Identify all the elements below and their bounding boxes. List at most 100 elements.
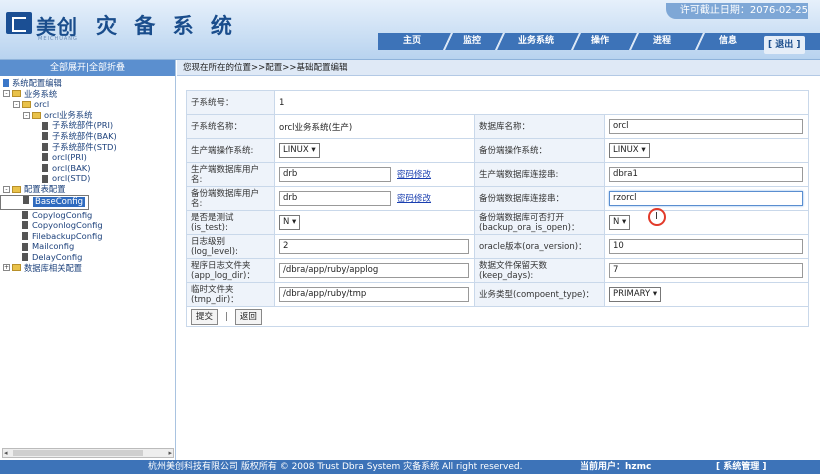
document-icon — [42, 164, 48, 173]
config-tree: 系统配置编辑 - 业务系统 - orcl - orcl业务系统 子系统部件(PRI) 子系统部件… — [0, 76, 175, 273]
tree-node-label: BaseConfig — [33, 196, 85, 207]
nav-process[interactable]: 进程 — [644, 33, 680, 50]
prod-db-user-input[interactable]: drb — [279, 167, 391, 182]
tree-node[interactable]: CopyonlogConfig — [0, 220, 175, 231]
app-log-dir-input[interactable]: /dbra/app/ruby/applog — [279, 263, 469, 278]
scroll-left-icon[interactable]: ◂ — [4, 449, 8, 457]
prod-os-select[interactable]: LINUX ▾ — [279, 143, 320, 158]
tree-node-label: DelayConfig — [32, 251, 83, 262]
collapse-icon[interactable]: - — [3, 90, 10, 98]
system-admin-link[interactable]: [ 系统管理 ] — [716, 460, 767, 474]
document-icon — [22, 232, 28, 241]
tree-node-label: orcl业务系统 — [44, 109, 93, 120]
bak-password-change-link[interactable]: 密码修改 — [397, 194, 431, 204]
copyright-text: 杭州美创科技有限公司 版权所有 © 2008 Trust Dbra System… — [148, 462, 523, 472]
compoent-type-select[interactable]: PRIMARY ▾ — [608, 287, 662, 302]
nav-business-system[interactable]: 业务系统 — [506, 33, 566, 50]
form-actions-row: 提交 | 返回 — [186, 306, 809, 327]
tree-node[interactable]: 系统配置编辑 — [0, 78, 175, 89]
collapse-icon[interactable]: - — [3, 185, 10, 193]
form-row: 生产端数据库用户名: drb 密码修改 生产端数据库连接串: dbra1 — [186, 162, 810, 187]
tree-node-label: FilebackupConfig — [32, 230, 103, 241]
keep-days-input[interactable]: 7 — [608, 263, 803, 278]
subsystem-no-label: 子系统号： — [186, 90, 275, 115]
is-test-select[interactable]: N ▾ — [279, 215, 301, 230]
header: 美创 MEICHUANG 灾 备 系 统 许可截止日期：2076-02-25 主… — [0, 0, 820, 60]
collapse-icon[interactable]: - — [13, 100, 20, 108]
back-button[interactable]: 返回 — [234, 308, 262, 325]
document-icon — [22, 242, 28, 251]
tree-node[interactable]: 子系统部件(STD) — [0, 142, 175, 153]
logout-button[interactable]: [ 退出 ] — [764, 36, 805, 54]
bak-db-user-input[interactable]: drb — [279, 191, 391, 206]
document-icon — [22, 253, 28, 262]
tree-node-label: orcl(STD) — [52, 173, 91, 184]
prod-conn-input[interactable]: dbra1 — [608, 167, 803, 182]
nav-monitor[interactable]: 监控 — [454, 33, 490, 50]
form-row: 备份端数据库用户名: drb 密码修改 备份端数据库连接串： rzorcl — [186, 186, 810, 211]
nav-info[interactable]: 信息 — [710, 33, 746, 50]
tree-node[interactable]: orcl(BAK) — [0, 163, 175, 174]
tree-node-label: CopylogConfig — [32, 209, 93, 220]
tree-node-label: 配置表配置 — [24, 183, 66, 194]
tree-node[interactable]: - orcl业务系统 — [0, 110, 175, 121]
sidebar-horizontal-scrollbar[interactable]: ◂ ▸ — [2, 448, 174, 458]
document-icon — [22, 221, 28, 230]
prod-db-user-label: 生产端数据库用户名: — [186, 162, 275, 187]
tree-node[interactable]: - 业务系统 — [0, 89, 175, 100]
nav-operation[interactable]: 操作 — [582, 33, 618, 50]
subsystem-no-value: 1 — [274, 90, 809, 115]
tree-node[interactable]: CopylogConfig — [0, 210, 175, 221]
bak-db-user-label: 备份端数据库用户名: — [186, 186, 275, 211]
collapse-icon[interactable]: - — [23, 111, 30, 119]
app-log-dir-label: 程序日志文件夹(app_log_dir)： — [186, 258, 275, 283]
nav-separator — [692, 33, 708, 50]
ora-version-input[interactable]: 10 — [608, 239, 803, 254]
tree-node[interactable]: + 数据库相关配置 — [0, 263, 175, 274]
expand-icon[interactable]: + — [3, 264, 10, 272]
document-icon — [42, 132, 48, 141]
tree-node[interactable]: orcl(PRI) — [0, 152, 175, 163]
log-level-input[interactable]: 2 — [279, 239, 469, 254]
tree-node-label: orcl — [34, 99, 50, 110]
scroll-right-icon[interactable]: ▸ — [168, 449, 172, 457]
tree-node-label: 系统配置编辑 — [12, 78, 62, 88]
db-name-label: 数据库名称： — [473, 114, 605, 139]
backup-open-select[interactable]: N ▾ — [608, 215, 631, 230]
tree-node-label: 子系统部件(STD) — [52, 141, 117, 152]
bak-conn-input[interactable]: rzorcl — [608, 191, 803, 206]
bak-os-label: 备份端操作系统： — [473, 138, 605, 163]
tree-node[interactable]: 子系统部件(BAK) — [0, 131, 175, 142]
tree-node-label: 子系统部件(PRI) — [52, 120, 114, 131]
tmp-dir-label: 临时文件夹(tmp_dir)： — [186, 282, 275, 307]
subsystem-name-label: 子系统名称： — [186, 114, 275, 139]
tree-node[interactable]: - orcl — [0, 99, 175, 110]
collapse-all-button[interactable]: 全部折叠 — [89, 63, 125, 73]
document-icon — [42, 121, 48, 130]
actions-divider: | — [225, 311, 228, 322]
tree-node[interactable]: 子系统部件(PRI) — [0, 120, 175, 131]
subsystem-name-value: orcl业务系统(生产) — [274, 114, 475, 139]
document-icon — [42, 174, 48, 183]
tree-node[interactable]: DelayConfig — [0, 252, 175, 263]
tree-node[interactable]: - 配置表配置 — [0, 184, 175, 195]
tree-node[interactable]: BaseConfig — [0, 194, 89, 210]
footer: 杭州美创科技有限公司 版权所有 © 2008 Trust Dbra System… — [0, 460, 820, 474]
form-row: 临时文件夹(tmp_dir)： /dbra/app/ruby/tmp 业务类型(… — [186, 282, 810, 307]
prod-password-change-link[interactable]: 密码修改 — [397, 170, 431, 180]
tree-node[interactable]: orcl(STD) — [0, 173, 175, 184]
nav-home[interactable]: 主页 — [390, 33, 434, 50]
tree-node-label: 子系统部件(BAK) — [52, 130, 117, 141]
db-name-input[interactable]: orcl — [608, 119, 803, 134]
is-test-label: 是否是测试(is_test): — [186, 210, 275, 235]
tree-node[interactable]: Mailconfig — [0, 241, 175, 252]
tree-node[interactable]: FilebackupConfig — [0, 231, 175, 242]
folder-icon — [32, 111, 41, 119]
bak-os-select[interactable]: LINUX ▾ — [608, 143, 650, 158]
submit-button[interactable]: 提交 — [191, 308, 219, 325]
scrollbar-thumb[interactable] — [13, 450, 143, 456]
compoent-type-label: 业务类型(compoent_type)： — [473, 282, 605, 307]
folder-icon — [12, 264, 21, 272]
expand-all-button[interactable]: 全部展开 — [50, 63, 86, 73]
tmp-dir-input[interactable]: /dbra/app/ruby/tmp — [279, 287, 469, 302]
